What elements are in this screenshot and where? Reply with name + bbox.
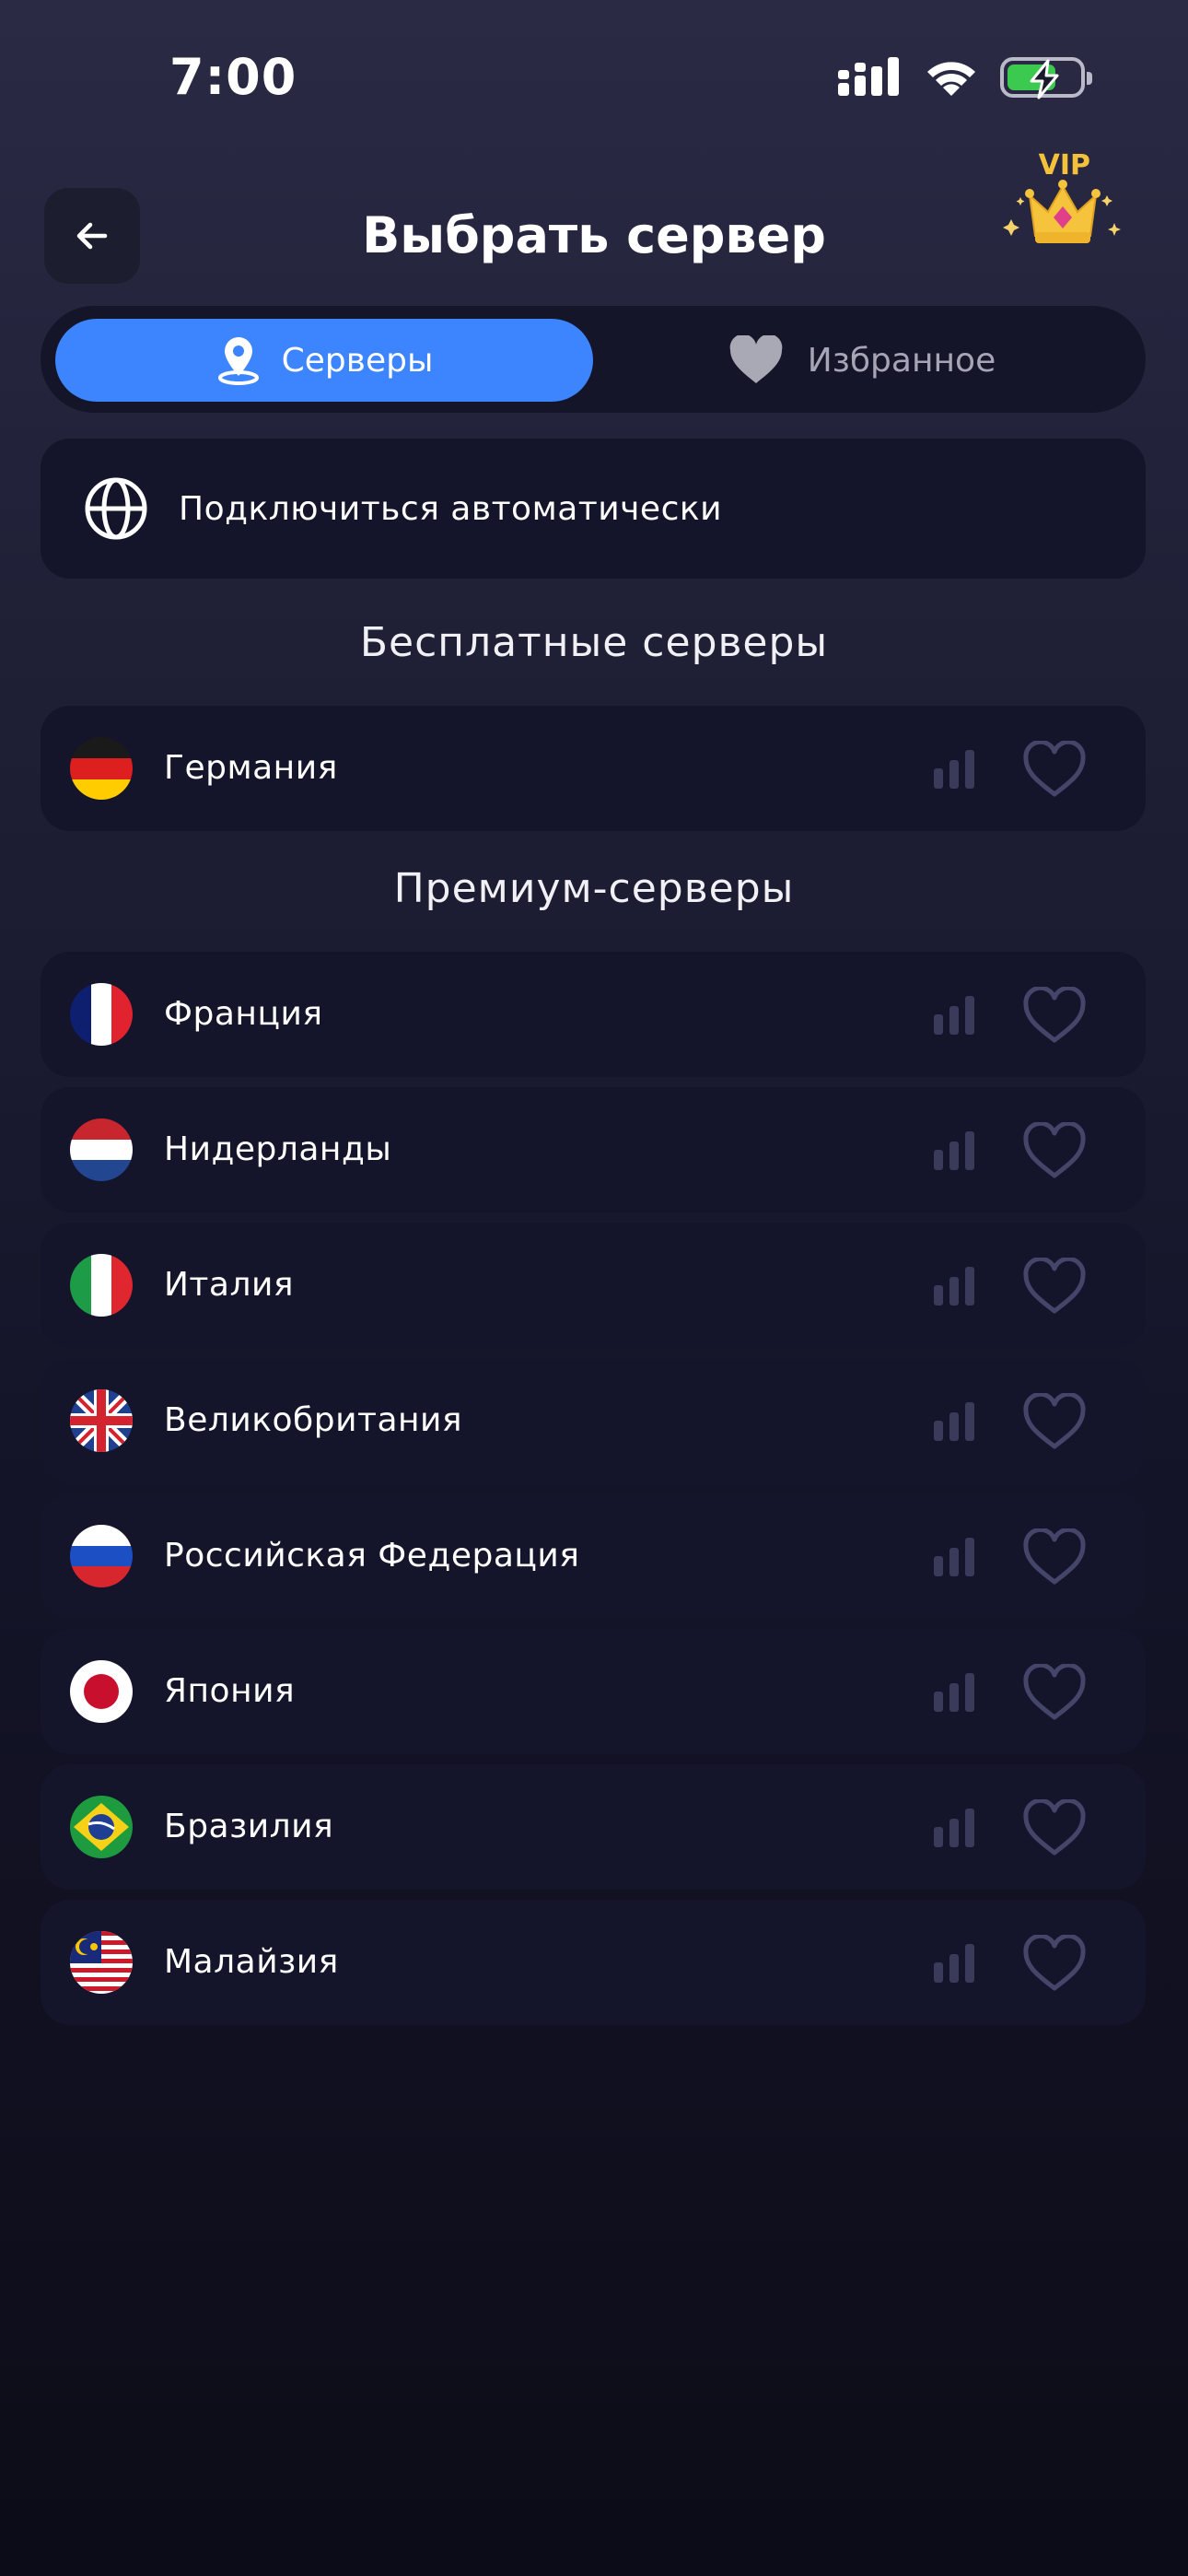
signal-strength-icon: [934, 1402, 974, 1441]
status-icons: [838, 57, 1092, 100]
server-name: Нидерланды: [164, 1130, 392, 1168]
server-name: Бразилия: [164, 1808, 334, 1845]
tab-favorites[interactable]: Избранное: [593, 319, 1131, 402]
signal-strength-icon: [934, 1673, 974, 1712]
globe-icon: [85, 477, 147, 540]
cellular-signal-icon: [838, 57, 899, 96]
header: Выбрать сервер VIP: [0, 149, 1188, 286]
uk-flag-icon: [70, 1389, 133, 1452]
signal-strength-icon: [934, 1267, 974, 1306]
status-time: 7:00: [169, 48, 297, 106]
favorite-heart-icon[interactable]: [1022, 1258, 1087, 1315]
server-name: Япония: [164, 1672, 296, 1710]
tab-servers[interactable]: Серверы: [55, 319, 593, 402]
server-row-brazil[interactable]: Бразилия: [41, 1764, 1146, 1890]
brazil-flag-icon: [70, 1796, 133, 1858]
tab-favorites-label: Избранное: [807, 341, 996, 380]
germany-flag-icon: [70, 737, 133, 800]
signal-strength-icon: [934, 1809, 974, 1847]
premium-servers-heading: Премиум-серверы: [393, 865, 795, 912]
signal-strength-icon: [934, 996, 974, 1035]
server-row-malaysia[interactable]: Малайзия: [41, 1900, 1146, 2025]
favorite-heart-icon[interactable]: [1022, 1799, 1087, 1856]
france-flag-icon: [70, 983, 133, 1046]
server-row-germany[interactable]: Германия: [41, 706, 1146, 831]
signal-strength-icon: [934, 1538, 974, 1576]
tab-servers-label: Серверы: [281, 341, 434, 380]
server-row-italy[interactable]: Италия: [41, 1223, 1146, 1348]
server-row-france[interactable]: Франция: [41, 952, 1146, 1077]
crown-icon: [1003, 180, 1121, 243]
heart-icon: [729, 335, 783, 383]
server-name: Российская Федерация: [164, 1537, 580, 1575]
server-row-japan[interactable]: Япония: [41, 1629, 1146, 1754]
favorite-heart-icon[interactable]: [1022, 1528, 1087, 1586]
favorite-heart-icon[interactable]: [1022, 987, 1087, 1044]
server-row-russia[interactable]: Российская Федерация: [41, 1493, 1146, 1619]
server-row-united-kingdom[interactable]: Великобритания: [41, 1358, 1146, 1483]
auto-connect-button[interactable]: Подключиться автоматически: [41, 439, 1146, 579]
location-pin-icon: [217, 337, 259, 385]
auto-connect-label: Подключиться автоматически: [179, 489, 723, 528]
battery-icon: [1000, 57, 1092, 100]
malaysia-flag-icon: [70, 1931, 133, 1994]
server-tabs: Серверы Избранное: [41, 306, 1146, 413]
free-servers-heading: Бесплатные серверы: [359, 619, 829, 666]
server-name: Малайзия: [164, 1943, 339, 1981]
server-name: Италия: [164, 1266, 295, 1304]
signal-strength-icon: [934, 1944, 974, 1983]
japan-flag-icon: [70, 1660, 133, 1723]
favorite-heart-icon[interactable]: [1022, 1122, 1087, 1179]
russia-flag-icon: [70, 1525, 133, 1587]
favorite-heart-icon[interactable]: [1022, 741, 1087, 798]
server-name: Франция: [164, 995, 323, 1033]
favorite-heart-icon[interactable]: [1022, 1664, 1087, 1721]
italy-flag-icon: [70, 1254, 133, 1317]
server-name: Великобритания: [164, 1401, 463, 1439]
signal-strength-icon: [934, 1131, 974, 1170]
server-row-netherlands[interactable]: Нидерланды: [41, 1087, 1146, 1212]
favorite-heart-icon[interactable]: [1022, 1935, 1087, 1992]
signal-strength-icon: [934, 750, 974, 789]
wifi-icon: [927, 62, 975, 96]
vip-button[interactable]: VIP: [998, 149, 1127, 256]
server-name: Германия: [164, 749, 338, 787]
netherlands-flag-icon: [70, 1118, 133, 1181]
status-bar: 7:00: [0, 0, 1188, 157]
favorite-heart-icon[interactable]: [1022, 1393, 1087, 1450]
